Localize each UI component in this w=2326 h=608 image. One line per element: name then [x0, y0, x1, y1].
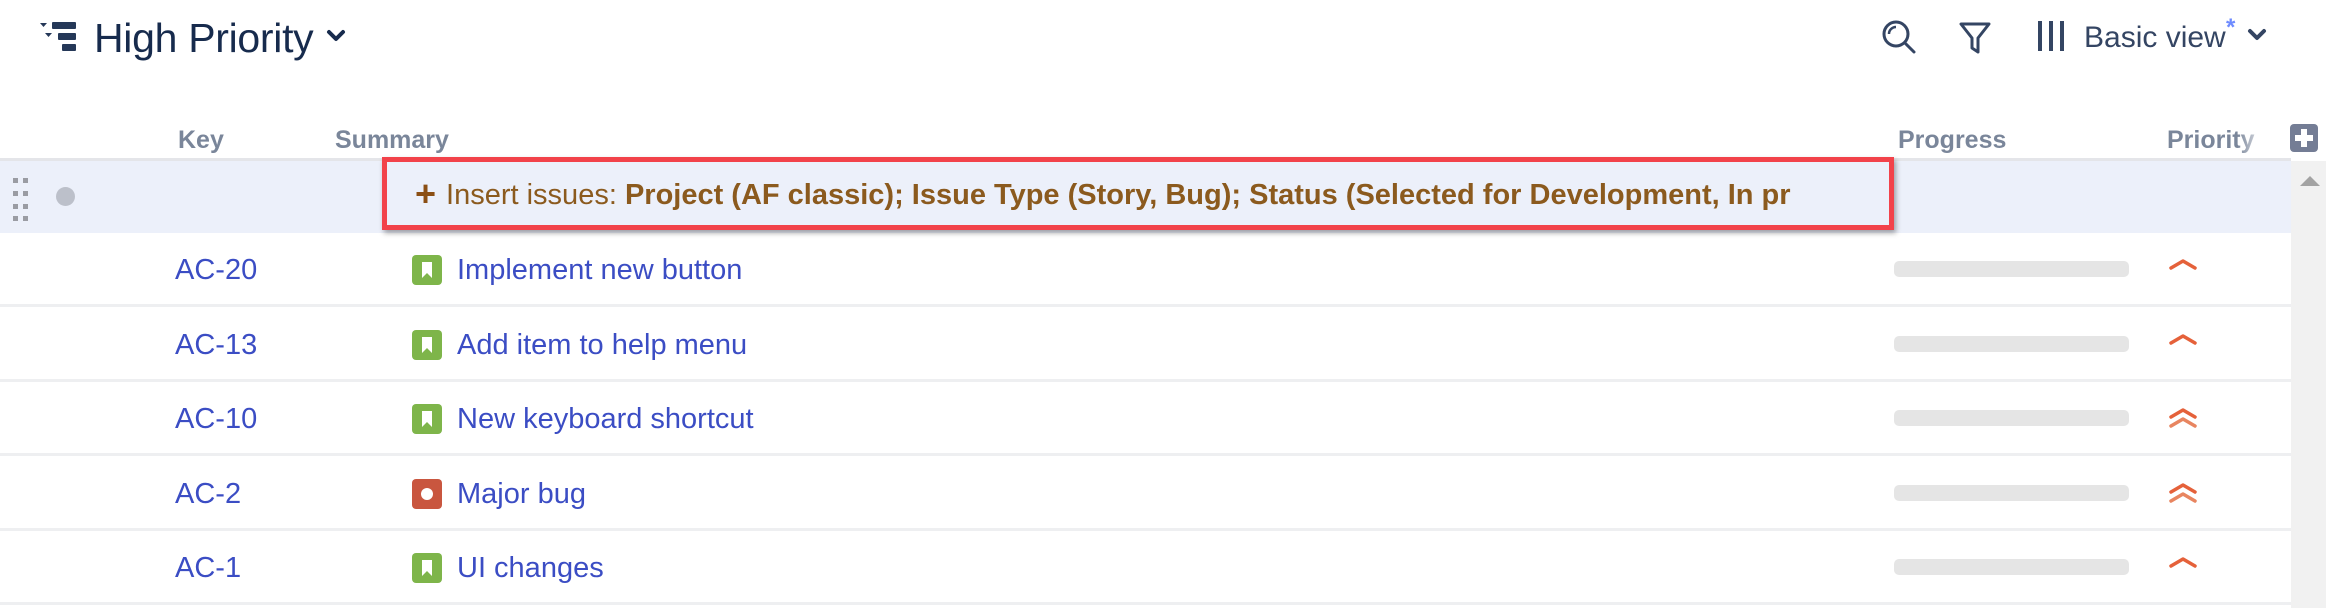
story-type-icon — [412, 404, 442, 435]
story-type-icon — [412, 255, 442, 285]
progress-bar — [1894, 335, 2129, 352]
issue-key-link[interactable]: AC-10 — [175, 400, 257, 438]
insert-issues-criteria: Project (AF classic); Issue Type (Story,… — [624, 179, 1791, 211]
drag-handle-icon[interactable] — [12, 176, 32, 222]
column-header-progress[interactable]: Progress — [1898, 122, 2006, 158]
issue-summary-link[interactable]: Add item to help menu — [457, 326, 747, 364]
scroll-up-arrow-icon[interactable] — [2300, 176, 2320, 186]
issue-key-link[interactable]: AC-2 — [175, 475, 241, 513]
text-fade-overlay — [1829, 162, 1889, 225]
issue-summary-link[interactable]: Implement new button — [457, 251, 742, 289]
table-row[interactable]: AC-20 Implement new button — [0, 233, 2291, 307]
issue-summary-link[interactable]: UI changes — [457, 549, 604, 587]
column-header-summary[interactable]: Summary — [335, 122, 449, 158]
column-header-key[interactable]: Key — [178, 122, 224, 158]
story-type-icon — [412, 329, 442, 360]
add-column-button[interactable] — [2290, 124, 2318, 152]
issue-summary-link[interactable]: Major bug — [457, 475, 586, 513]
table-row[interactable]: AC-1 UI changes — [0, 531, 2291, 606]
chevron-down-icon[interactable] — [326, 28, 346, 44]
priority-high-icon — [2169, 333, 2197, 345]
view-selector[interactable]: Basic view — [2084, 16, 2226, 60]
table-row[interactable]: AC-13 Add item to help menu — [0, 308, 2291, 382]
search-icon[interactable] — [1880, 18, 1918, 56]
issue-summary-link[interactable]: New keyboard shortcut — [457, 400, 754, 438]
vertical-scrollbar[interactable] — [2291, 161, 2326, 608]
plus-icon: + — [415, 173, 437, 214]
priority-highest-icon — [2169, 408, 2197, 428]
structure-title[interactable]: High Priority — [94, 10, 314, 66]
chevron-down-icon[interactable] — [2247, 28, 2267, 42]
table-row[interactable]: AC-10 New keyboard shortcut — [0, 382, 2291, 457]
bug-type-icon — [412, 478, 442, 509]
issue-key-link[interactable]: AC-13 — [175, 326, 257, 364]
priority-highest-icon — [2169, 483, 2197, 503]
progress-bar — [1894, 559, 2129, 576]
priority-high-icon — [2169, 259, 2197, 270]
column-header-priority[interactable]: Priority — [2167, 122, 2255, 158]
priority-high-icon — [2169, 557, 2197, 569]
progress-bar — [1894, 261, 2129, 277]
structure-hierarchy-icon — [40, 22, 76, 51]
issue-key-link[interactable]: AC-1 — [175, 549, 241, 587]
view-modified-marker: * — [2226, 14, 2236, 41]
insert-issues-label: Insert issues: — [446, 179, 617, 211]
insert-issues-generator[interactable]: + Insert issues: Project (AF classic); Is… — [382, 157, 1894, 230]
filter-icon[interactable] — [1958, 20, 1992, 56]
progress-bar — [1894, 484, 2129, 501]
progress-bar — [1894, 410, 2129, 427]
columns-icon[interactable] — [2036, 20, 2066, 52]
story-type-icon — [412, 553, 442, 584]
row-marker-dot — [56, 187, 75, 206]
table-row[interactable]: AC-2 Major bug — [0, 457, 2291, 531]
issue-key-link[interactable]: AC-20 — [175, 251, 257, 289]
